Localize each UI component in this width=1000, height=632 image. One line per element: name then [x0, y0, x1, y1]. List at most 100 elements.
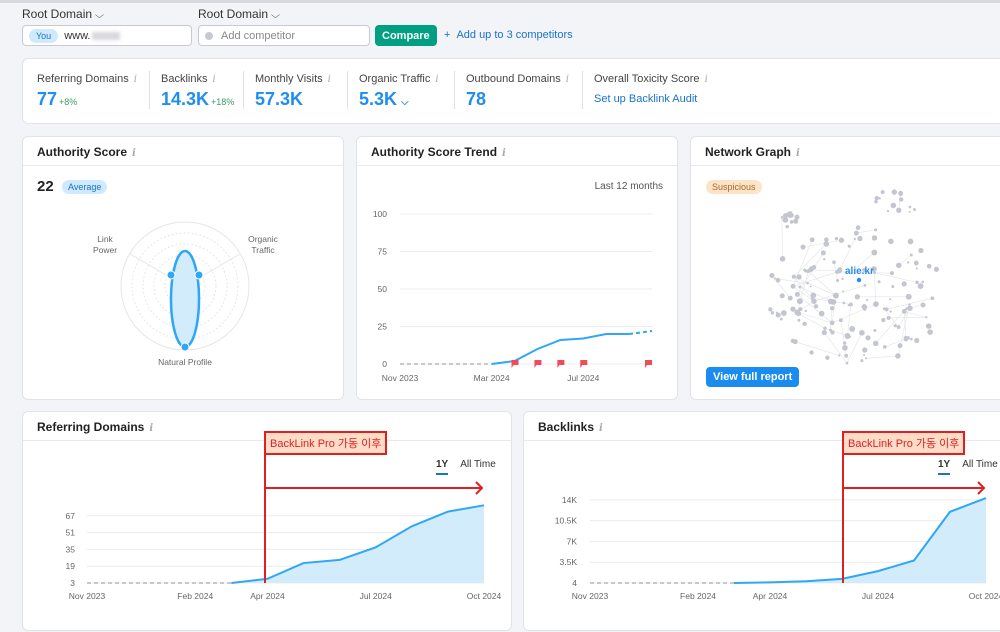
graph-node: [873, 341, 879, 347]
flag-marker: [557, 360, 564, 368]
graph-node: [806, 282, 809, 285]
metric-backlinks[interactable]: Backlinksi 14.3K+18%: [161, 73, 234, 110]
y-tick-label: 75: [378, 247, 388, 257]
graph-node: [842, 345, 848, 351]
x-tick-label: Jul 2024: [567, 373, 599, 383]
graph-node: [863, 284, 866, 287]
projected-line: [629, 331, 652, 334]
setup-backlink-audit-link[interactable]: Set up Backlink Audit: [594, 93, 708, 105]
graph-node: [862, 347, 867, 352]
axis-label-natural-profile: Natural Profile: [158, 357, 212, 367]
graph-node: [873, 301, 879, 307]
graph-node: [819, 311, 825, 317]
graph-node: [812, 265, 817, 270]
graph-node: [790, 307, 795, 312]
graph-node: [771, 311, 774, 314]
flag-marker: [512, 360, 519, 368]
graph-node: [927, 329, 933, 335]
graph-node: [928, 325, 930, 327]
graph-node: [855, 294, 860, 299]
graph-node: [811, 297, 814, 300]
metric-referring-domains[interactable]: Referring Domainsi 77+8%: [37, 73, 137, 110]
graph-node: [918, 248, 923, 253]
graph-node: [788, 296, 793, 301]
info-icon: i: [435, 74, 438, 85]
graph-node: [830, 321, 835, 326]
graph-node: [914, 338, 919, 343]
graph-node: [780, 293, 785, 298]
graph-node: [848, 304, 850, 306]
graph-node: [881, 318, 885, 322]
flag-marker: [645, 360, 652, 368]
graph-edge: [847, 304, 850, 336]
graph-node: [793, 219, 798, 224]
graph-node: [891, 285, 894, 288]
graph-node: [790, 220, 794, 224]
graph-node: [795, 292, 800, 297]
graph-edge: [832, 304, 876, 323]
graph-node: [892, 189, 897, 194]
your-domain-field[interactable]: You www.: [22, 25, 192, 46]
graph-edge: [803, 240, 841, 247]
metric-organic-traffic[interactable]: Organic Traffici 5.3K⌵: [359, 73, 439, 110]
info-icon: i: [705, 74, 708, 85]
root-domain-dropdown-2[interactable]: Root Domain⌵: [198, 7, 279, 21]
graph-node: [854, 231, 859, 236]
graph-node: [849, 326, 855, 332]
graph-node: [910, 254, 913, 257]
graph-node: [810, 286, 812, 288]
add-competitors-link[interactable]: +Add up to 3 competitors: [444, 29, 573, 41]
chevron-down-icon[interactable]: ⌵: [401, 97, 409, 108]
x-tick-label: Feb 2024: [680, 591, 716, 601]
plus-icon: +: [444, 29, 450, 41]
graph-edge: [797, 312, 832, 322]
graph-node: [913, 208, 916, 211]
graph-node: [875, 196, 879, 200]
graph-node: [776, 278, 781, 283]
axis-label-link-power-1: Link: [97, 234, 113, 244]
graph-node: [915, 281, 918, 284]
view-full-report-button[interactable]: View full report: [706, 367, 799, 387]
backlink-pro-annotation: BackLink Pro 가동 이후: [264, 431, 387, 455]
your-domain-value: www.: [64, 30, 90, 42]
graph-node: [871, 250, 877, 256]
metric-outbound-domains[interactable]: Outbound Domainsi 78: [466, 73, 569, 110]
graph-node: [809, 350, 813, 354]
graph-node: [902, 281, 907, 286]
graph-node: [823, 327, 826, 330]
referring-domains-card: Referring Domainsi 1YAll Time 319355167N…: [22, 411, 512, 631]
graph-node: [824, 237, 829, 242]
y-tick-label: 0: [382, 359, 387, 369]
graph-node: [859, 330, 865, 336]
graph-node: [792, 275, 796, 279]
graph-node: [907, 261, 909, 263]
y-tick-label: 50: [378, 284, 388, 294]
y-tick-label: 4: [572, 578, 577, 588]
graph-node: [899, 197, 903, 201]
metric-monthly-visits[interactable]: Monthly Visitsi 57.3K: [255, 73, 331, 110]
graph-node: [803, 269, 806, 272]
graph-edge: [889, 317, 927, 318]
root-domain-dropdown-1[interactable]: Root Domain⌵: [22, 7, 103, 21]
y-tick-label: 19: [66, 561, 76, 571]
graph-node: [801, 245, 806, 250]
center-node-label: alie.kr: [845, 266, 874, 277]
compare-button[interactable]: Compare: [375, 25, 437, 46]
graph-node: [839, 318, 843, 322]
graph-node: [910, 338, 913, 341]
graph-node: [768, 307, 772, 311]
graph-node: [798, 286, 801, 289]
graph-node: [842, 290, 844, 292]
y-tick-label: 100: [373, 209, 387, 219]
graph-node: [894, 324, 897, 327]
graph-node: [802, 322, 806, 326]
metrics-card: Referring Domainsi 77+8% Backlinksi 14.3…: [22, 58, 1000, 124]
backlink-pro-annotation: BackLink Pro 가동 이후: [842, 431, 965, 455]
graph-node: [887, 316, 891, 320]
graph-node: [838, 354, 840, 356]
graph-node: [844, 354, 848, 358]
graph-node: [848, 245, 851, 248]
competitor-input[interactable]: Add competitor: [198, 25, 370, 46]
metric-toxicity-score: Overall Toxicity Scorei Set up Backlink …: [594, 73, 708, 105]
graph-node: [830, 306, 834, 310]
